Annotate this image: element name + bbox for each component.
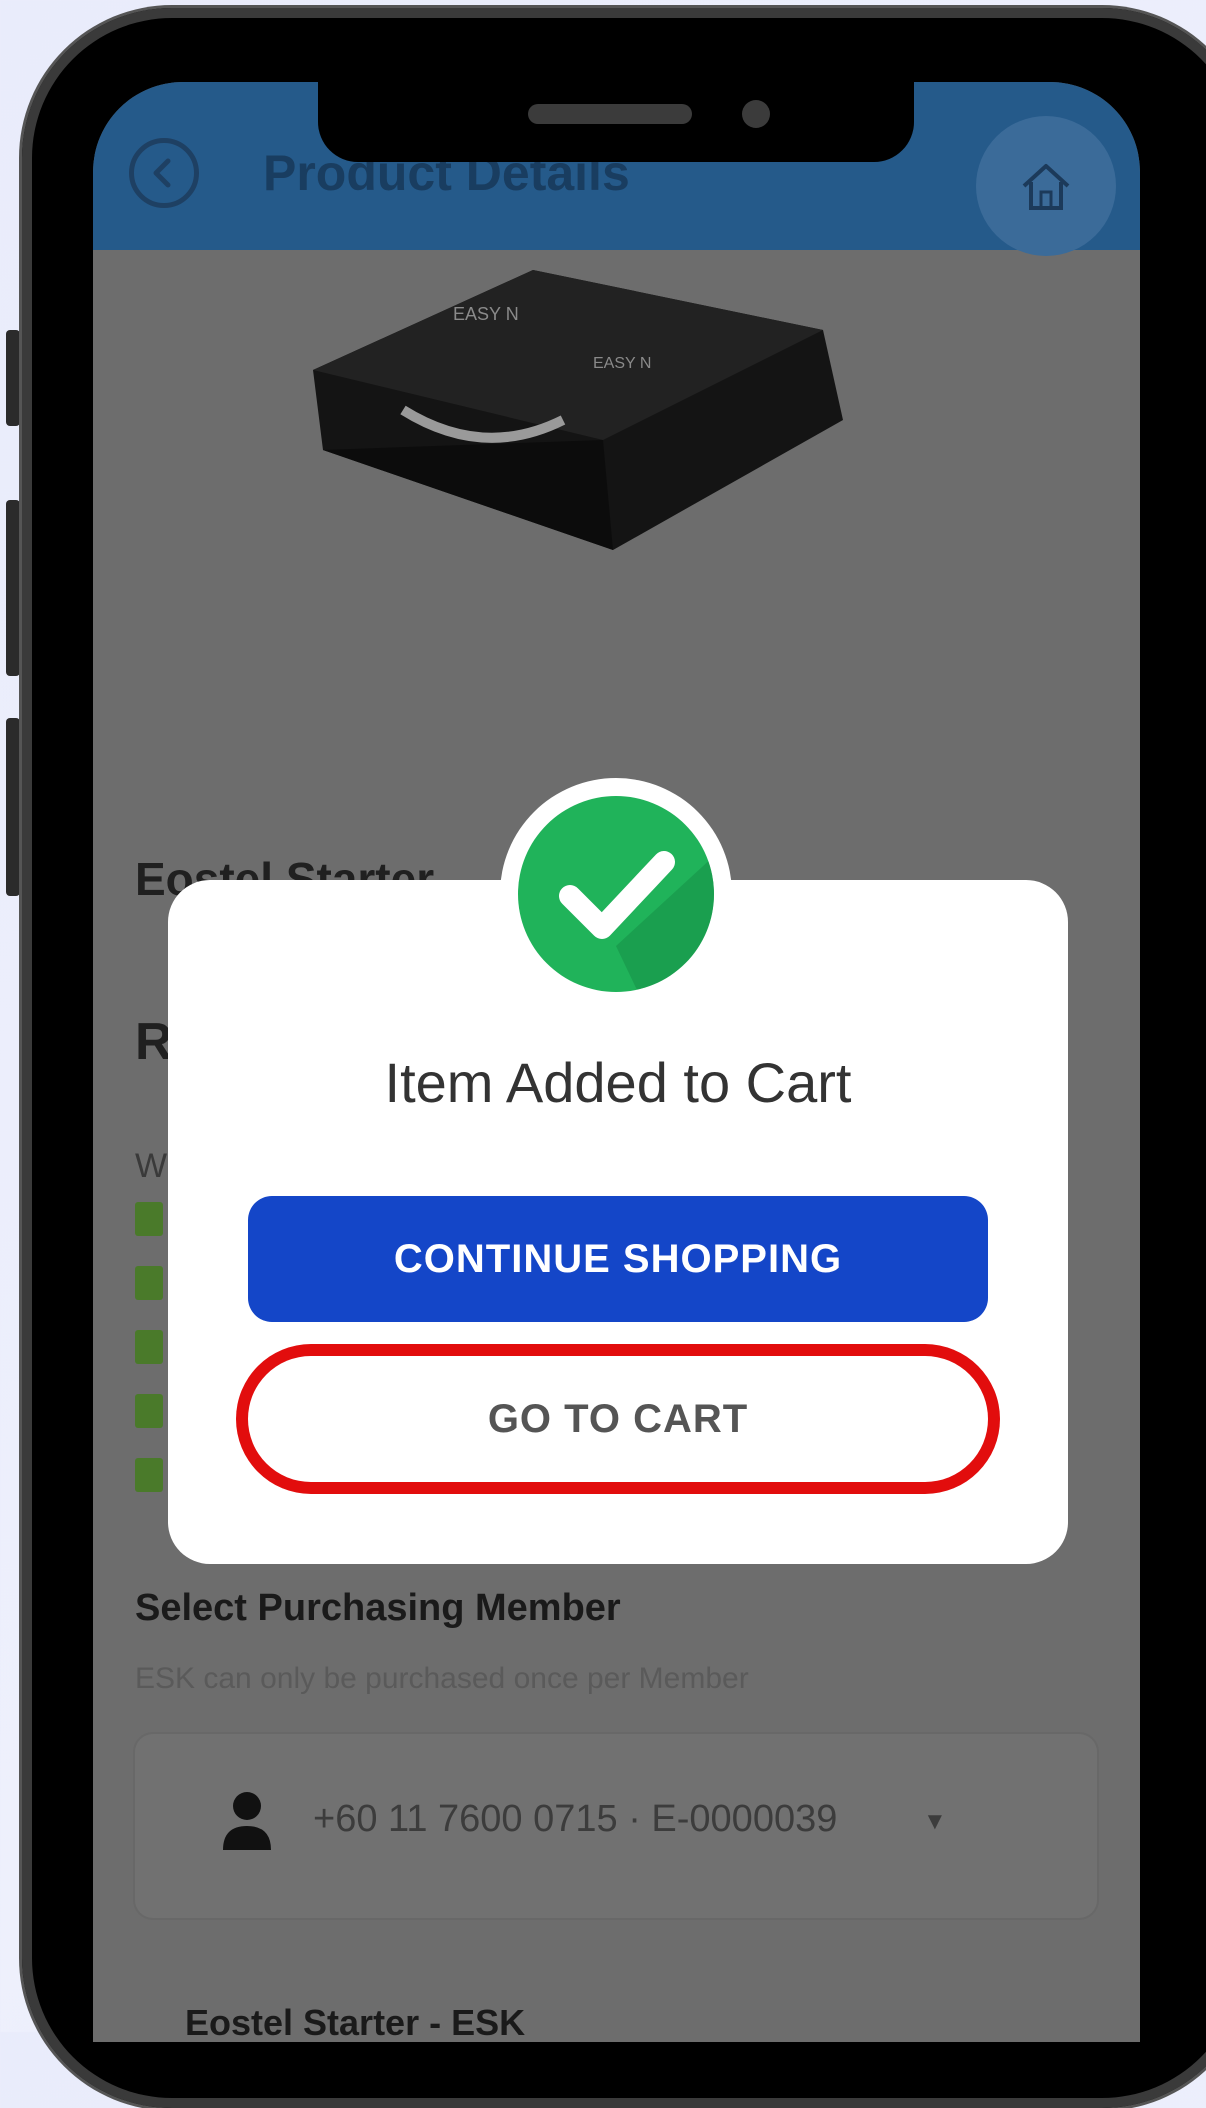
checkbox-icon [135,1394,163,1428]
person-icon [223,1792,271,1850]
purchasing-member-title: Select Purchasing Member [135,1587,621,1629]
svg-text:EASY N: EASY N [453,304,519,324]
phone-notch [318,76,914,162]
success-badge [500,778,732,1010]
purchasing-member-subtitle: ESK can only be purchased once per Membe… [135,1662,749,1695]
continue-shopping-button[interactable]: CONTINUE SHOPPING [248,1196,988,1322]
chevron-down-icon: ▼ [923,1808,947,1835]
checkbox-icon [135,1202,163,1236]
section-text: W [135,1147,168,1185]
checkbox-icon [135,1266,163,1300]
checklist [135,1202,163,1522]
home-icon [1022,164,1070,210]
member-select-value: +60 11 7600 0715 · E-0000039 [313,1798,838,1840]
bundle-title: Eostel Starter - ESK [185,2002,526,2042]
home-button[interactable] [976,116,1116,256]
front-camera [742,100,770,128]
volume-up-button [6,500,20,676]
check-circle-icon [518,796,714,992]
section-heading: R [135,1013,173,1071]
checkbox-icon [135,1458,163,1492]
silent-switch [6,330,20,426]
speaker-grille [528,104,692,124]
member-select[interactable]: +60 11 7600 0715 · E-0000039 ▼ [135,1734,1097,1918]
volume-down-button [6,718,20,896]
svg-text:EASY N: EASY N [593,355,651,372]
go-to-cart-button[interactable]: GO TO CART [248,1356,988,1482]
back-circle-icon[interactable] [129,138,199,208]
product-image: EASY N EASY N [313,270,843,550]
dialog-title: Item Added to Cart [384,1051,852,1114]
checkbox-icon [135,1330,163,1364]
